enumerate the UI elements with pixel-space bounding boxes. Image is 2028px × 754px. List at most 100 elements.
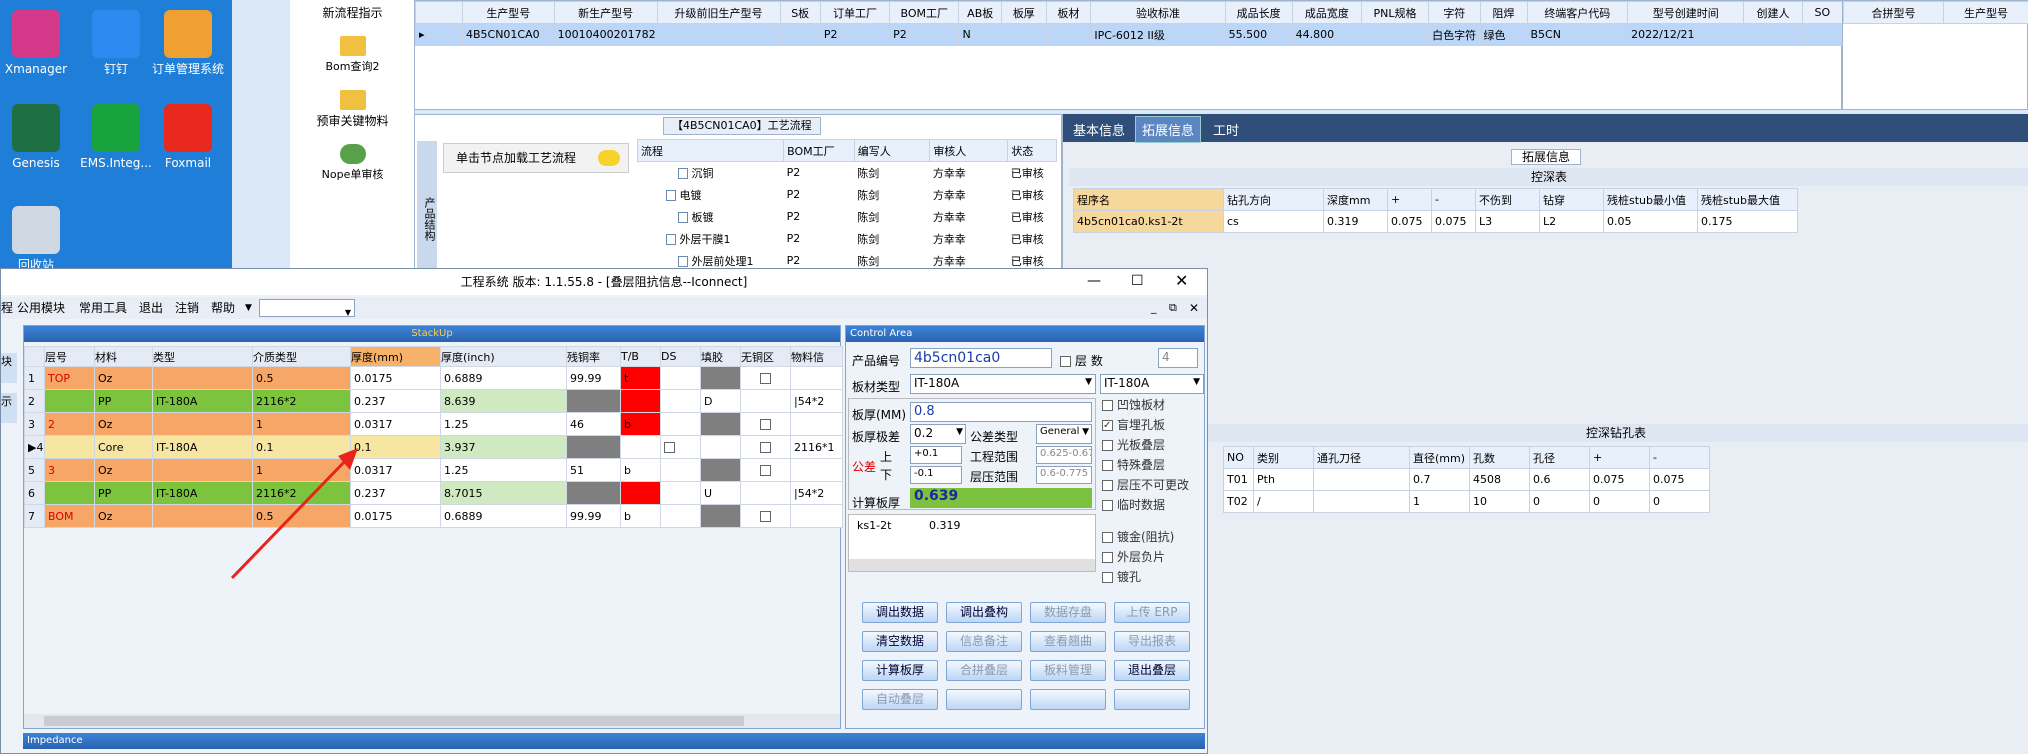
checkbox-unchecked[interactable] <box>1102 440 1113 451</box>
stackup-row[interactable]: 5 3 Oz 1 0.0317 1.25 51 b <box>24 458 843 482</box>
checkbox-unchecked[interactable] <box>1102 460 1113 471</box>
control-button[interactable]: 查看翘曲 <box>1030 631 1106 652</box>
stackup-cell[interactable]: 1.25 <box>440 458 567 482</box>
stackup-cell[interactable]: TOP <box>44 366 95 390</box>
left-nav-item[interactable]: 新流程指示 <box>290 4 415 21</box>
impedance-bar[interactable]: Impedance <box>23 733 1205 749</box>
checkbox-unchecked[interactable] <box>1102 500 1113 511</box>
menu-item[interactable]: 注销 <box>175 297 199 319</box>
control-button[interactable]: 自动叠层 <box>862 689 938 710</box>
column-header[interactable]: 新生产型号 <box>553 1 658 24</box>
column-header[interactable]: 生产型号 <box>461 1 555 24</box>
desktop-icon[interactable]: Genesis <box>0 104 72 170</box>
stackup-cell[interactable]: Oz <box>94 458 153 482</box>
stackup-cell[interactable] <box>44 389 95 413</box>
depth-header[interactable]: 钻孔方向 <box>1223 188 1324 211</box>
left-nav-item[interactable]: Nope单审核 <box>290 144 415 182</box>
table-cell[interactable]: 2022/12/21 <box>1627 23 1745 46</box>
process-header[interactable]: BOM工厂 <box>783 139 855 162</box>
checkbox-unchecked[interactable] <box>1102 572 1113 583</box>
table-cell[interactable]: P2 <box>889 23 960 46</box>
stackup-header[interactable]: 介质类型 <box>252 346 351 367</box>
tolerance-select[interactable]: 0.2 ▼ <box>910 424 966 444</box>
no-copper-checkbox[interactable] <box>760 373 771 384</box>
stackup-cell[interactable] <box>660 412 701 436</box>
no-copper-checkbox[interactable] <box>760 511 771 522</box>
menu-item-edge[interactable]: 程 <box>1 297 13 319</box>
control-button[interactable]: 合拼叠层 <box>946 660 1022 681</box>
stackup-cell[interactable]: |54*2 <box>790 389 843 413</box>
stackup-cell[interactable] <box>700 412 741 436</box>
column-header[interactable]: 阻焊 <box>1479 1 1528 24</box>
product-field[interactable]: 4b5cn01ca0 <box>910 348 1052 368</box>
depth-header[interactable]: 钻穿 <box>1539 188 1604 211</box>
stackup-header[interactable] <box>24 346 45 367</box>
stackup-cell[interactable]: 6 <box>24 481 45 505</box>
checkbox-checked[interactable]: ✓ <box>1102 420 1113 431</box>
stackup-cell[interactable]: 46 <box>566 412 621 436</box>
upper-field[interactable]: +0.1 <box>910 446 962 464</box>
menu-item[interactable]: 帮助 <box>211 297 235 319</box>
stackup-cell[interactable]: |54*2 <box>790 481 843 505</box>
control-button[interactable]: 清空数据 <box>862 631 938 652</box>
stackup-cell[interactable]: t <box>620 366 661 390</box>
left-nav-item[interactable]: 预审关键物料 <box>290 90 415 129</box>
process-header[interactable]: 编写人 <box>853 139 931 162</box>
drill-row[interactable]: T01 Pth 0.7 4508 0.6 0.075 0.075 <box>1223 468 1710 491</box>
drill-header[interactable]: 通孔刀径 <box>1313 446 1410 469</box>
table-cell[interactable] <box>1000 23 1047 46</box>
option-checkbox[interactable]: 光板叠层 <box>1102 436 1165 453</box>
table-cell[interactable] <box>779 23 821 46</box>
table-cell[interactable]: 绿色 <box>1479 23 1528 46</box>
mdi-close-icon[interactable]: ✕ <box>1189 297 1199 319</box>
checkbox-unchecked[interactable] <box>1102 400 1113 411</box>
table-cell[interactable] <box>1360 23 1430 46</box>
stackup-cell[interactable]: 5 <box>24 458 45 482</box>
minimize-icon[interactable]: — <box>1087 273 1101 289</box>
no-copper-checkbox[interactable] <box>760 442 771 453</box>
left-nav-item[interactable]: Bom查询2 <box>290 36 415 74</box>
column-header[interactable]: 字符 <box>1428 1 1481 24</box>
column-header[interactable]: 订单工厂 <box>819 1 891 24</box>
drill-header[interactable]: + <box>1589 446 1650 469</box>
desktop-icon[interactable]: 订单管理系统 <box>152 10 224 76</box>
column-header[interactable]: SO <box>1801 1 1844 24</box>
column-header[interactable]: PNL规格 <box>1360 1 1430 24</box>
stackup-cell[interactable]: 51 <box>566 458 621 482</box>
lower-field[interactable]: -0.1 <box>910 466 962 484</box>
merge-header[interactable]: 合拼型号 <box>1843 1 1944 24</box>
process-row[interactable]: 沉铜 P2 陈剑 方幸幸 已审核 <box>638 162 1057 184</box>
stackup-cell[interactable]: Core <box>94 435 153 459</box>
material-select[interactable]: IT-180A ▼ <box>910 374 1096 394</box>
depth-header[interactable]: 残桩stub最大值 <box>1697 188 1798 211</box>
stackup-cell[interactable] <box>620 481 661 505</box>
column-header[interactable]: BOM工厂 <box>889 1 960 24</box>
drill-header[interactable]: NO <box>1223 446 1254 469</box>
depth-header[interactable]: - <box>1431 188 1476 211</box>
process-row[interactable]: 电镀 P2 陈剑 方幸幸 已审核 <box>638 184 1057 206</box>
table-cell[interactable] <box>1801 23 1844 46</box>
stackup-header[interactable]: DS <box>660 346 701 367</box>
stackup-cell[interactable]: 8.639 <box>440 389 567 413</box>
stackup-cell[interactable] <box>660 389 701 413</box>
menu-item[interactable]: 公用模块 <box>17 297 65 319</box>
drill-header[interactable]: - <box>1649 446 1710 469</box>
checkbox-unchecked[interactable] <box>1102 532 1113 543</box>
column-header[interactable]: 板材 <box>1045 1 1092 24</box>
table-cell[interactable] <box>656 23 781 46</box>
mdi-minimize-icon[interactable]: _ <box>1151 297 1157 319</box>
stackup-header[interactable]: 填胶 <box>700 346 741 367</box>
control-button[interactable]: 调出叠构 <box>946 602 1022 623</box>
ks-scrollbar[interactable] <box>849 559 1095 571</box>
stackup-cell[interactable] <box>700 458 741 482</box>
merge-header[interactable]: 生产型号 <box>1943 1 2028 24</box>
chevron-down-icon[interactable]: ▼ <box>245 297 252 319</box>
stackup-header[interactable]: 材料 <box>94 346 153 367</box>
scrollbar-thumb[interactable] <box>44 716 744 726</box>
stackup-cell[interactable] <box>566 435 621 459</box>
control-button[interactable]: 数据存盘 <box>1030 602 1106 623</box>
stackup-cell[interactable]: 2 <box>44 412 95 436</box>
stackup-row[interactable]: 7 BOM Oz 0.5 0.0175 0.6889 99.99 b <box>24 504 843 528</box>
stackup-cell[interactable] <box>44 481 95 505</box>
column-header[interactable]: 型号创建时间 <box>1627 1 1745 24</box>
